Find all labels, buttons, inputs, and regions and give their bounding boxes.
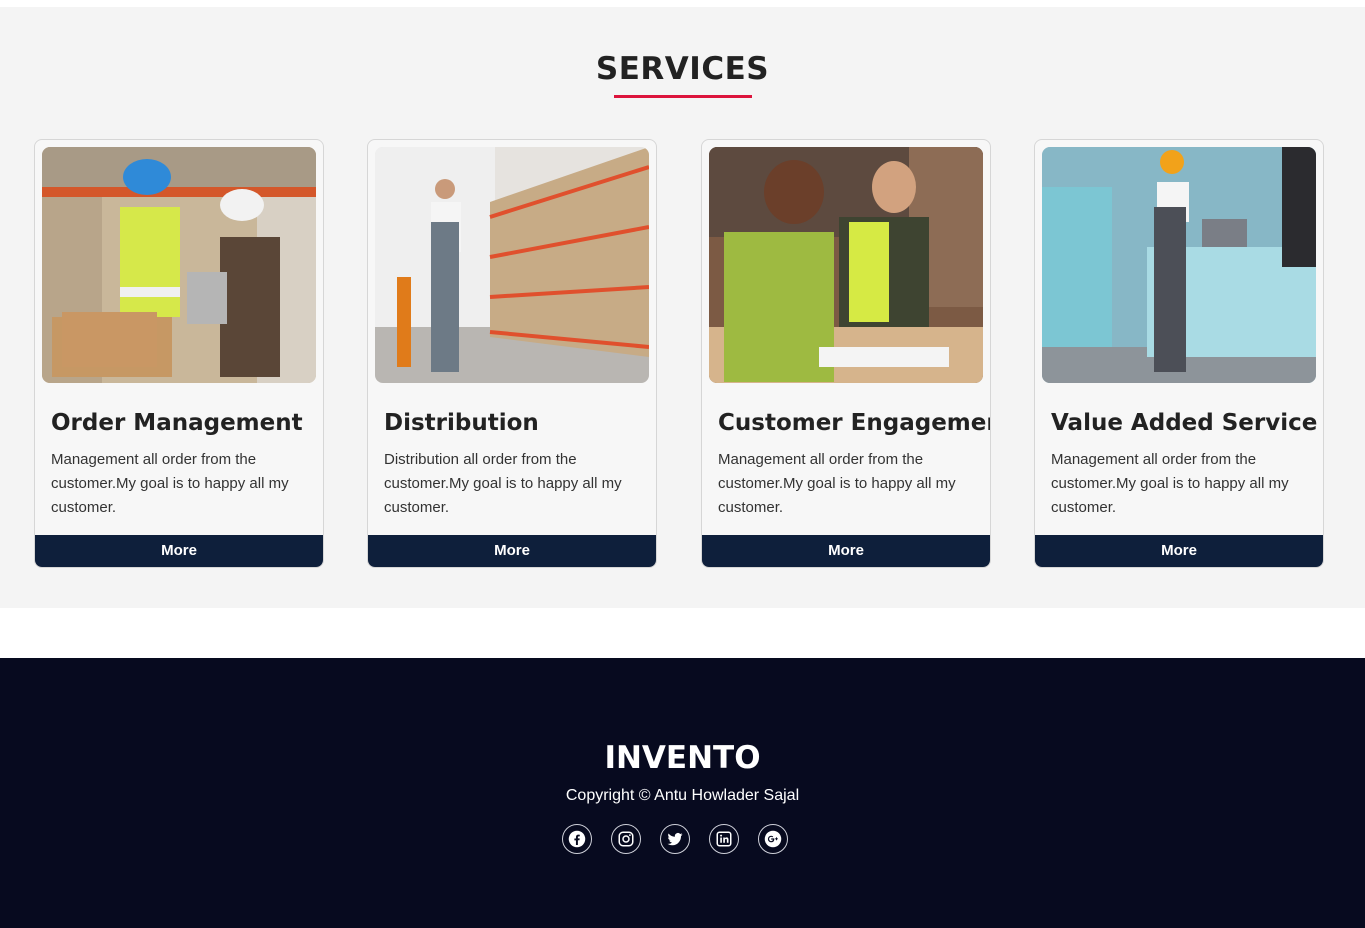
more-button-value-added-service[interactable]: More (1035, 535, 1323, 567)
card-title: Value Added Service (1051, 410, 1318, 436)
footer: INVENTO Copyright © Antu Howlader Sajal (0, 658, 1365, 928)
card-description: Management all order from the customer.M… (1051, 451, 1289, 516)
card-description: Management all order from the customer.M… (718, 451, 956, 516)
card-description: Management all order from the customer.M… (51, 451, 289, 516)
services-section: SERVICES Order Management Management all (0, 7, 1365, 608)
footer-brand: INVENTO (604, 740, 761, 776)
instagram-link[interactable] (611, 824, 641, 854)
instagram-icon (618, 831, 634, 847)
more-button-order-management[interactable]: More (35, 535, 323, 567)
social-links (562, 824, 788, 854)
linkedin-icon (716, 831, 732, 847)
facebook-link[interactable] (562, 824, 592, 854)
services-title: SERVICES (595, 51, 770, 87)
card-title: Customer Engagement (718, 410, 991, 436)
copyright-text: Copyright © Antu Howlader Sajal (565, 787, 800, 804)
service-card-order-management: Order Management Management all order fr… (34, 139, 324, 568)
service-card-customer-engagement: Customer Engagement Management all order… (701, 139, 991, 568)
twitter-icon (667, 832, 683, 846)
more-button-distribution[interactable]: More (368, 535, 656, 567)
value-added-service-image (1042, 147, 1316, 383)
twitter-link[interactable] (660, 824, 690, 854)
customer-engagement-image (709, 147, 983, 383)
card-title: Distribution (384, 410, 539, 436)
google-plus-icon (764, 830, 782, 848)
order-management-image (42, 147, 316, 383)
card-description: Distribution all order from the customer… (384, 451, 622, 516)
more-button-customer-engagement[interactable]: More (702, 535, 990, 567)
service-card-distribution: Distribution Distribution all order from… (367, 139, 657, 568)
service-card-value-added-service: Value Added Service Management all order… (1034, 139, 1324, 568)
google-plus-link[interactable] (758, 824, 788, 854)
facebook-icon (568, 830, 586, 848)
card-title: Order Management (51, 410, 303, 436)
distribution-image (375, 147, 649, 383)
title-underline (614, 95, 752, 98)
linkedin-link[interactable] (709, 824, 739, 854)
